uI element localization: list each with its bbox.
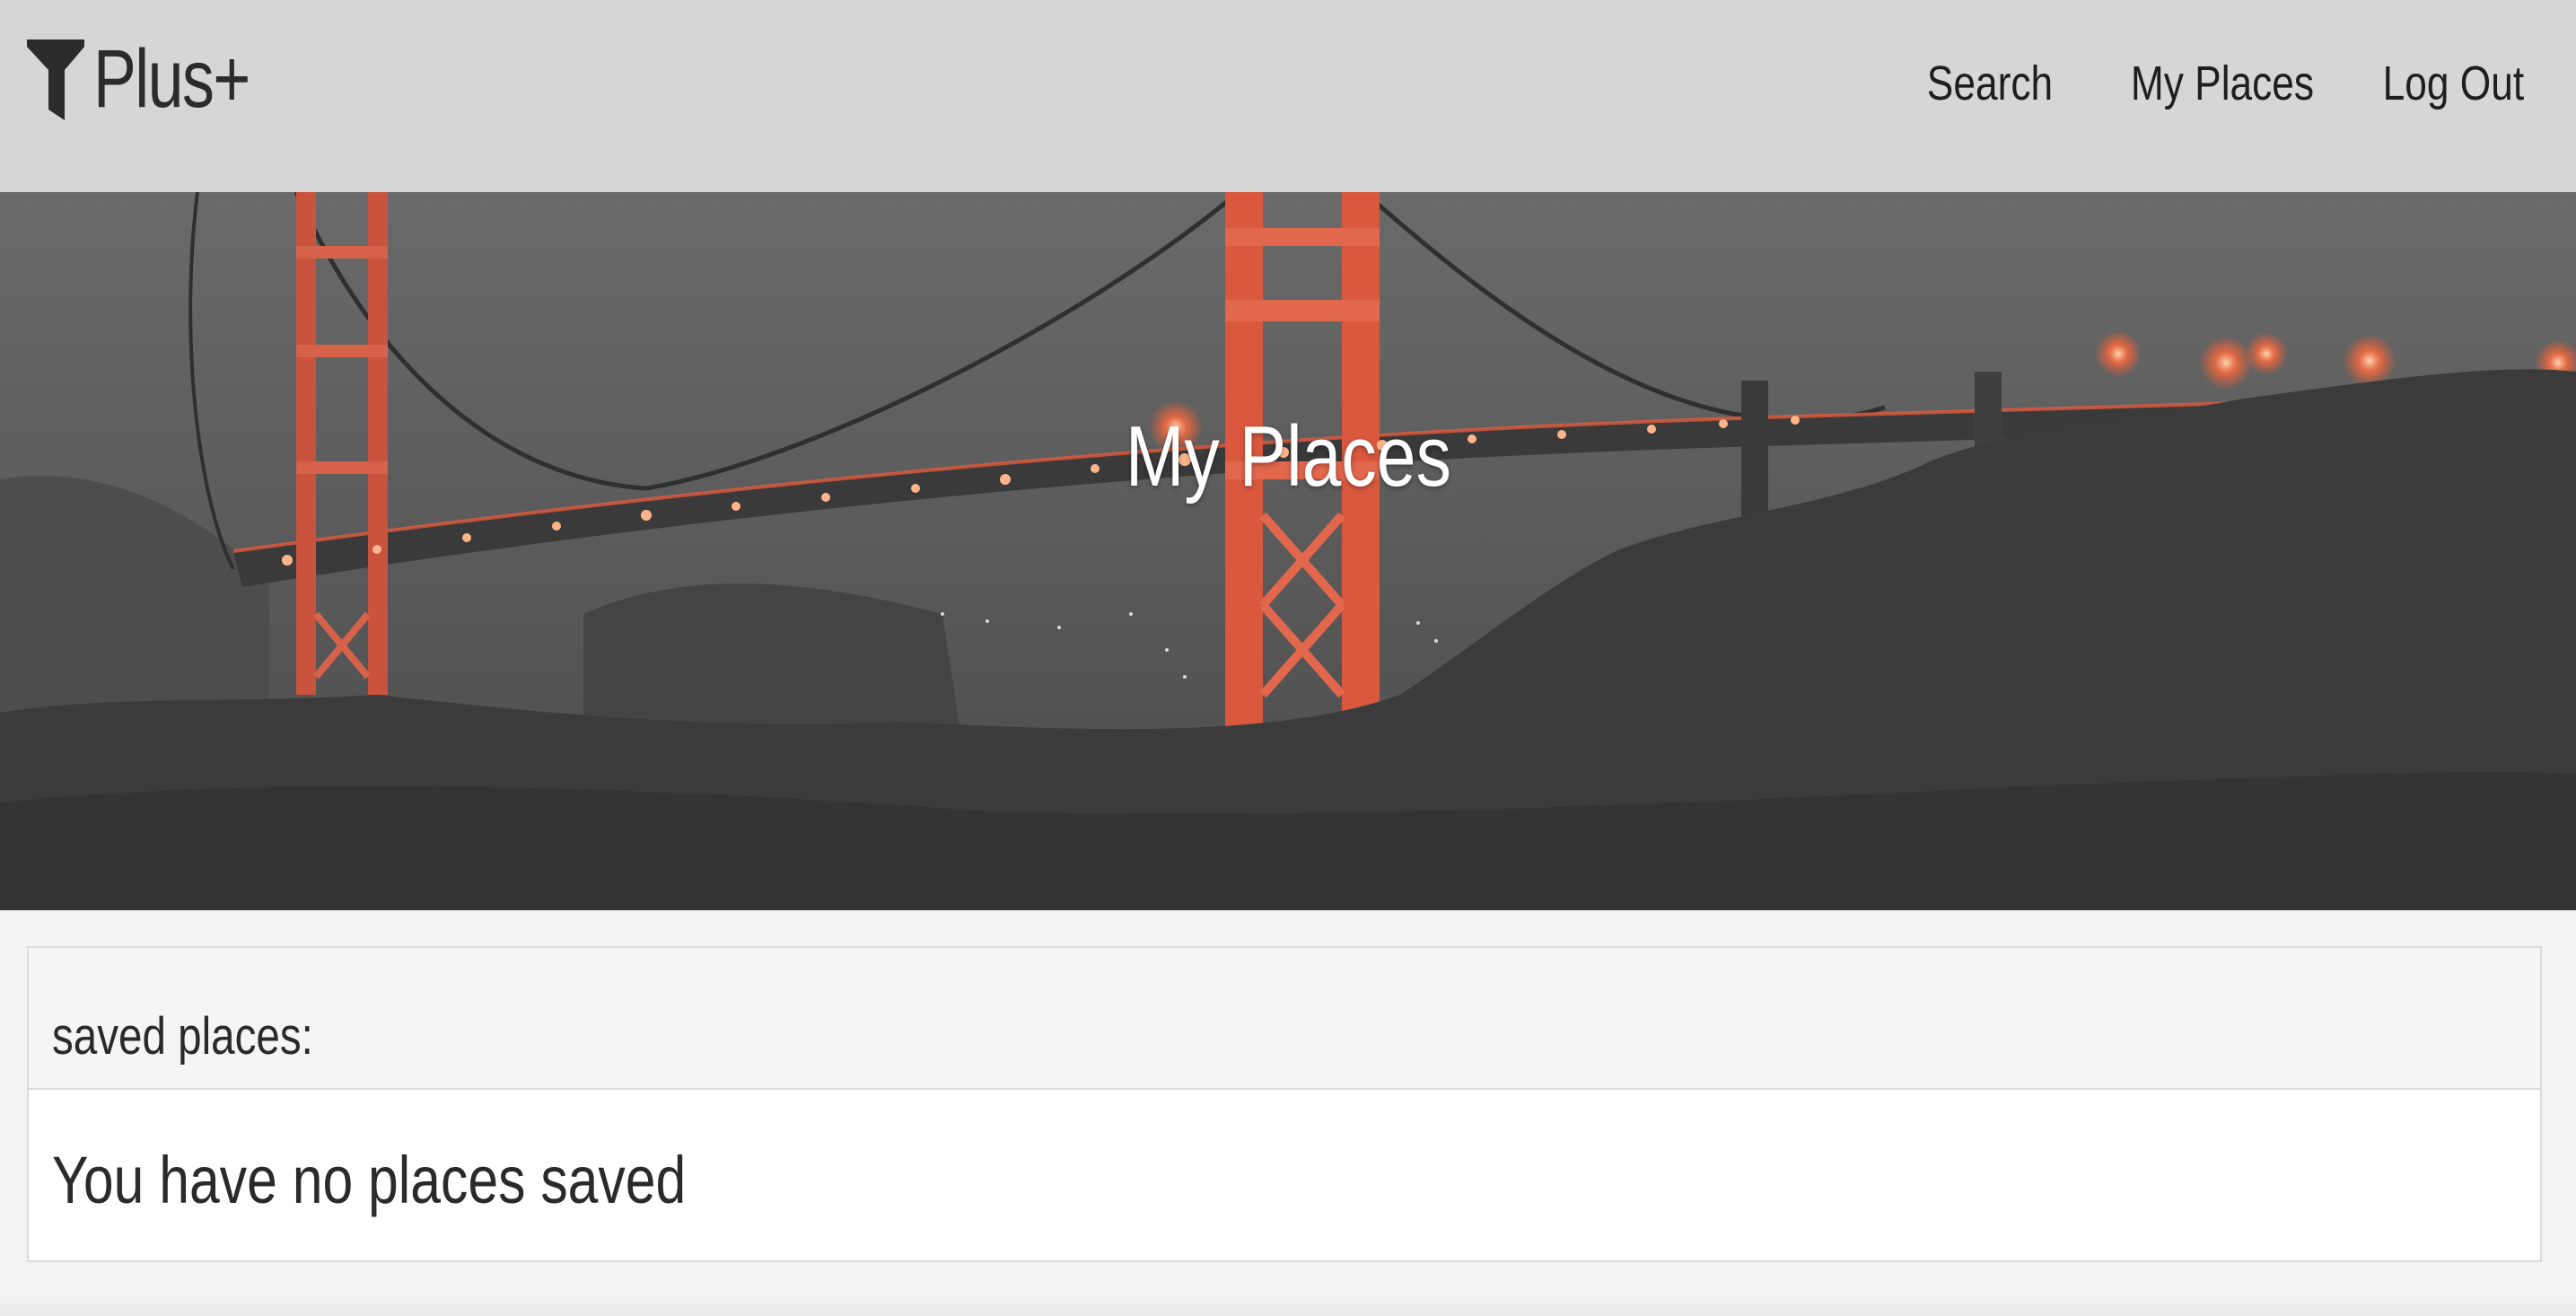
nav-links: Search My Places Log Out [1899, 56, 2524, 111]
saved-places-header: saved places: [29, 948, 2540, 1090]
nav-search-link[interactable]: Search [1926, 56, 2052, 111]
page-bottom-shadow [0, 1293, 2576, 1316]
nav-my-places-link[interactable]: My Places [2131, 56, 2314, 111]
hero-title: My Places [0, 408, 2576, 506]
brand-name: Plus+ [93, 33, 250, 125]
saved-places-panel: saved places: You have no places saved [27, 946, 2542, 1262]
filter-funnel-icon [25, 34, 86, 124]
brand-logo-link[interactable]: Plus+ [25, 34, 294, 124]
hero-banner: My Places [0, 192, 2576, 910]
nav-log-out-link[interactable]: Log Out [2382, 56, 2524, 111]
bridge-background-image [0, 192, 2576, 910]
empty-state-message: You have no places saved [52, 1142, 687, 1217]
hero-title-text: My Places [1125, 408, 1451, 504]
top-navbar: Plus+ Search My Places Log Out [0, 0, 2576, 192]
saved-places-body: You have no places saved [29, 1090, 2540, 1260]
saved-places-label: saved places: [52, 1006, 313, 1066]
